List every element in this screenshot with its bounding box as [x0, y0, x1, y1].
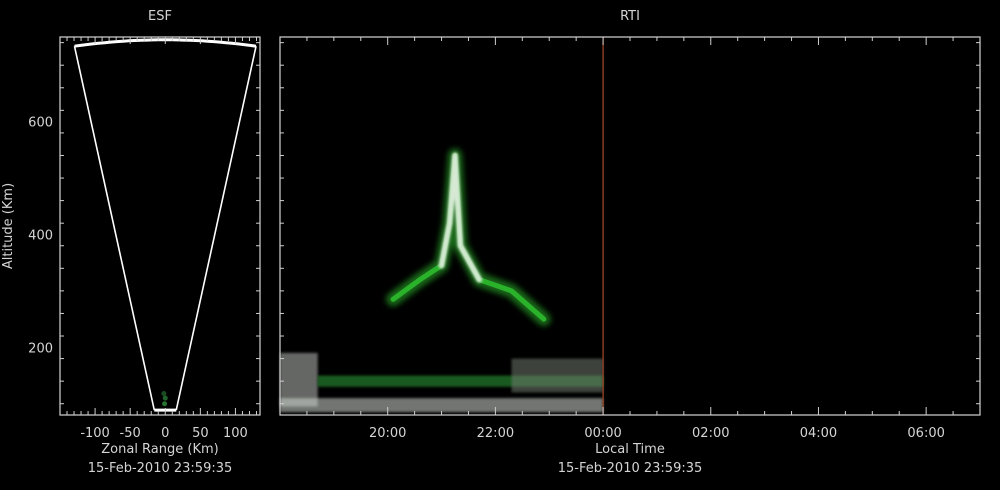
rti-x-tick-label: 20:00: [369, 426, 406, 441]
rti-x-tick-label: 04:00: [800, 426, 837, 441]
esf-echo-point: [162, 401, 168, 407]
esf-y-tick-label: 600: [28, 116, 53, 131]
esf-x-tick-label: -50: [120, 426, 141, 441]
esf-y-tick-label: 200: [28, 341, 53, 356]
rti-x-tick-label: 02:00: [692, 426, 729, 441]
rti-x-tick-label: 00:00: [584, 426, 621, 441]
rti-x-axis-label: Local Time: [595, 442, 665, 457]
esf-echo-point: [161, 391, 167, 397]
esf-ticks: -100 -50 0 50 100 200 400 600: [28, 37, 260, 441]
esf-x-axis-label: Zonal Range (Km): [101, 442, 218, 457]
esf-beam-left-edge: [73, 46, 156, 411]
esf-marks: [73, 38, 257, 412]
rti-x-tick-label: 06:00: [907, 426, 944, 441]
chart-canvas: ESF -100 -50 0 50 100 200 400 600 Altitude (Km)…: [1, 9, 981, 476]
esf-x-tick-label: 100: [223, 426, 248, 441]
esf-y-axis-label: Altitude (Km): [1, 183, 16, 269]
rti-bottom-layer: [511, 358, 604, 393]
esf-timestamp: 15-Feb-2010 23:59:35: [88, 461, 233, 476]
rti-plume-glow: [386, 148, 551, 327]
rti-frame: [279, 36, 981, 416]
rti-marks: [280, 37, 604, 415]
rti-panel: RTI 20:00 22:00 00:00 02:00 04:00 06:00 Local…: [279, 9, 981, 476]
esf-y-tick-label: 400: [28, 228, 53, 243]
rti-bottom-layer: [280, 398, 604, 413]
rti-x-tick-label: 22:00: [477, 426, 514, 441]
esf-frame: [59, 36, 261, 416]
rti-title: RTI: [620, 9, 640, 24]
esf-title: ESF: [148, 9, 172, 24]
esf-echo-point: [162, 395, 168, 401]
esf-x-tick-label: -100: [80, 426, 110, 441]
rti-timestamp: 15-Feb-2010 23:59:35: [558, 461, 703, 476]
esf-beam-right-edge: [175, 46, 257, 411]
esf-panel: ESF -100 -50 0 50 100 200 400 600 Altitude (Km)…: [1, 9, 261, 476]
esf-x-tick-label: 50: [192, 426, 209, 441]
esf-x-tick-label: 0: [161, 426, 169, 441]
